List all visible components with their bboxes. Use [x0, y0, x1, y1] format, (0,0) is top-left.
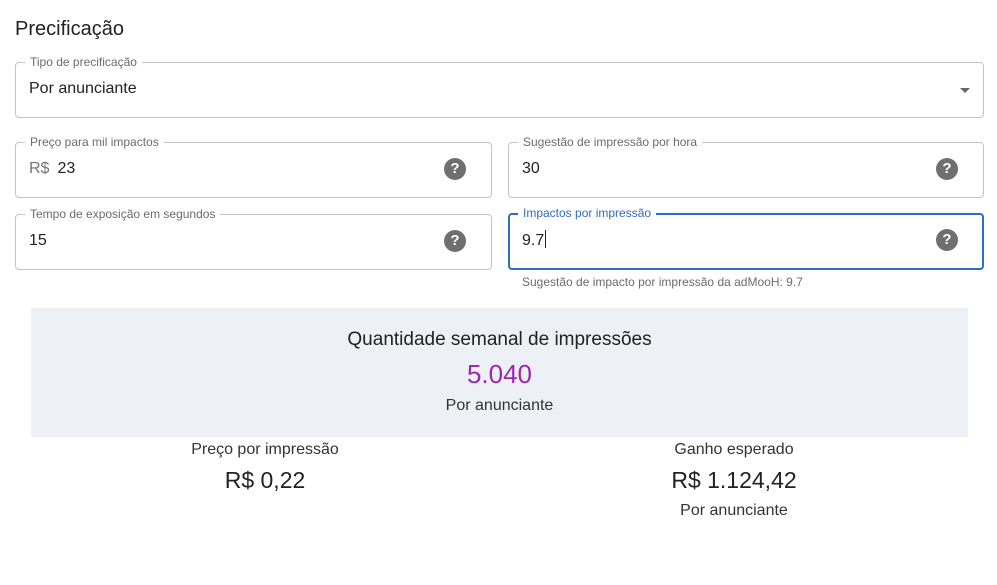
hourly-suggestion-label: Sugestão de impressão por hora — [518, 135, 703, 149]
hourly-suggestion-field[interactable]: Sugestão de impressão por hora 30 ? — [508, 135, 984, 198]
cpm-field[interactable]: Preço para mil impactos R$ 23 ? — [15, 135, 492, 198]
impacts-per-impression-field[interactable]: Impactos por impressão 9.7 ? — [508, 206, 984, 270]
currency-prefix: R$ — [29, 160, 50, 177]
help-icon[interactable]: ? — [444, 230, 466, 252]
cpm-label: Preço para mil impactos — [25, 135, 164, 149]
exposure-time-label: Tempo de exposição em segundos — [25, 207, 221, 221]
impacts-helper-text: Sugestão de impacto por impressão da adM… — [522, 275, 803, 289]
price-per-impression-value: R$ 0,22 — [224, 467, 306, 493]
exposure-time-value[interactable]: 15 — [29, 231, 47, 251]
expected-gain-subtitle: Por anunciante — [680, 502, 788, 519]
price-per-impression-stat: Preço por impressão R$ 0,22 — [115, 441, 415, 494]
help-icon[interactable]: ? — [936, 229, 958, 251]
hourly-suggestion-value[interactable]: 30 — [522, 159, 540, 179]
expected-gain-value: R$ 1.124,42 — [671, 467, 797, 493]
expected-gain-label: Ganho esperado — [674, 441, 794, 458]
impacts-per-impression-value-wrap: 9.7 — [522, 230, 547, 251]
impacts-per-impression-label: Impactos por impressão — [518, 206, 657, 220]
help-icon[interactable]: ? — [444, 158, 466, 180]
cpm-value[interactable]: 23 — [57, 160, 75, 177]
weekly-impressions-value: 5.040 — [466, 359, 533, 389]
pricing-type-select[interactable]: Tipo de precificação Por anunciante — [15, 55, 984, 118]
exposure-time-field[interactable]: Tempo de exposição em segundos 15 ? — [15, 207, 492, 270]
help-icon[interactable]: ? — [936, 158, 958, 180]
price-per-impression-label: Preço por impressão — [191, 441, 339, 458]
pricing-type-label: Tipo de precificação — [25, 55, 142, 69]
cpm-value-wrap: R$ 23 — [29, 159, 75, 179]
weekly-summary-subtitle: Por anunciante — [445, 397, 554, 414]
text-caret — [545, 230, 547, 248]
weekly-summary-title: Quantidade semanal de impressões — [347, 329, 652, 350]
impacts-per-impression-value[interactable]: 9.7 — [522, 232, 544, 249]
expected-gain-stat: Ganho esperado R$ 1.124,42 Por anunciant… — [584, 441, 884, 520]
section-title: Precificação — [15, 18, 124, 40]
weekly-summary-card: Quantidade semanal de impressões 5.040 P… — [31, 308, 968, 437]
pricing-type-value: Por anunciante — [29, 80, 137, 97]
dropdown-arrow-icon[interactable] — [960, 88, 970, 93]
